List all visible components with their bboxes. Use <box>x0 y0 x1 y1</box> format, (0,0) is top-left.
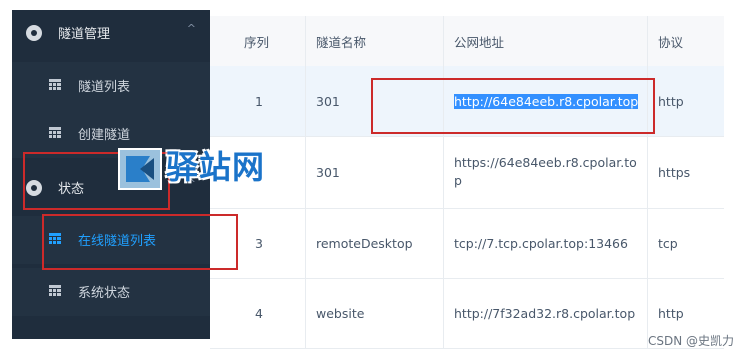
credit-text: CSDN @史凯力 <box>647 334 734 348</box>
tunnel-management-icon <box>26 25 42 41</box>
menu-group-partial <box>12 328 210 339</box>
cell-index: 1 <box>210 66 306 136</box>
annotation-box-address <box>371 78 655 134</box>
cell-protocol: https <box>658 164 691 180</box>
table-header-row: 序列 隧道名称 公网地址 协议 <box>210 16 724 67</box>
cell-protocol: tcp <box>658 235 678 251</box>
table-row[interactable]: 3 remoteDesktop tcp://7.tcp.cpolar.top:1… <box>210 208 724 279</box>
column-header-address: 公网地址 <box>444 16 648 66</box>
cell-address: https://64e84eeb.r8.cpolar.to p <box>444 136 648 208</box>
chevron-up-icon: ^ <box>186 22 196 35</box>
column-header-protocol: 协议 <box>648 16 724 66</box>
cell-protocol: http <box>658 93 684 109</box>
cell-name: remoteDesktop <box>306 208 444 278</box>
cell-name: website <box>306 278 444 348</box>
column-header-index: 序列 <box>210 16 306 66</box>
menu-group-label: 隧道管理 <box>58 27 111 42</box>
table-icon <box>49 285 61 296</box>
menu-group-tunnel-management[interactable]: 隧道管理 ^ <box>12 10 210 56</box>
sidebar-item-label: 隧道列表 <box>78 80 131 95</box>
cell-address: http://7f32ad32.r8.cpolar.top <box>444 278 648 348</box>
sidebar-item-system-status[interactable]: 系统状态 <box>12 268 210 316</box>
watermark-text: 驿站网 <box>166 148 266 186</box>
sidebar-item-label: 创建隧道 <box>78 128 131 143</box>
annotation-box-online-list <box>42 214 238 270</box>
column-header-name: 隧道名称 <box>306 16 444 66</box>
cell-index: 4 <box>210 278 306 348</box>
sidebar-item-label: 系统状态 <box>78 286 131 301</box>
table-row[interactable]: 4 website http://7f32ad32.r8.cpolar.top … <box>210 278 724 349</box>
table-row[interactable]: 301 https://64e84eeb.r8.cpolar.to p http… <box>210 136 724 209</box>
table-icon <box>49 79 61 90</box>
cell-name: 301 <box>306 136 444 208</box>
sidebar-item-tunnel-list[interactable]: 隧道列表 <box>12 62 210 110</box>
watermark-logo-icon <box>118 148 162 190</box>
table-icon <box>49 127 61 138</box>
cell-address: tcp://7.tcp.cpolar.top:13466 <box>444 208 648 278</box>
